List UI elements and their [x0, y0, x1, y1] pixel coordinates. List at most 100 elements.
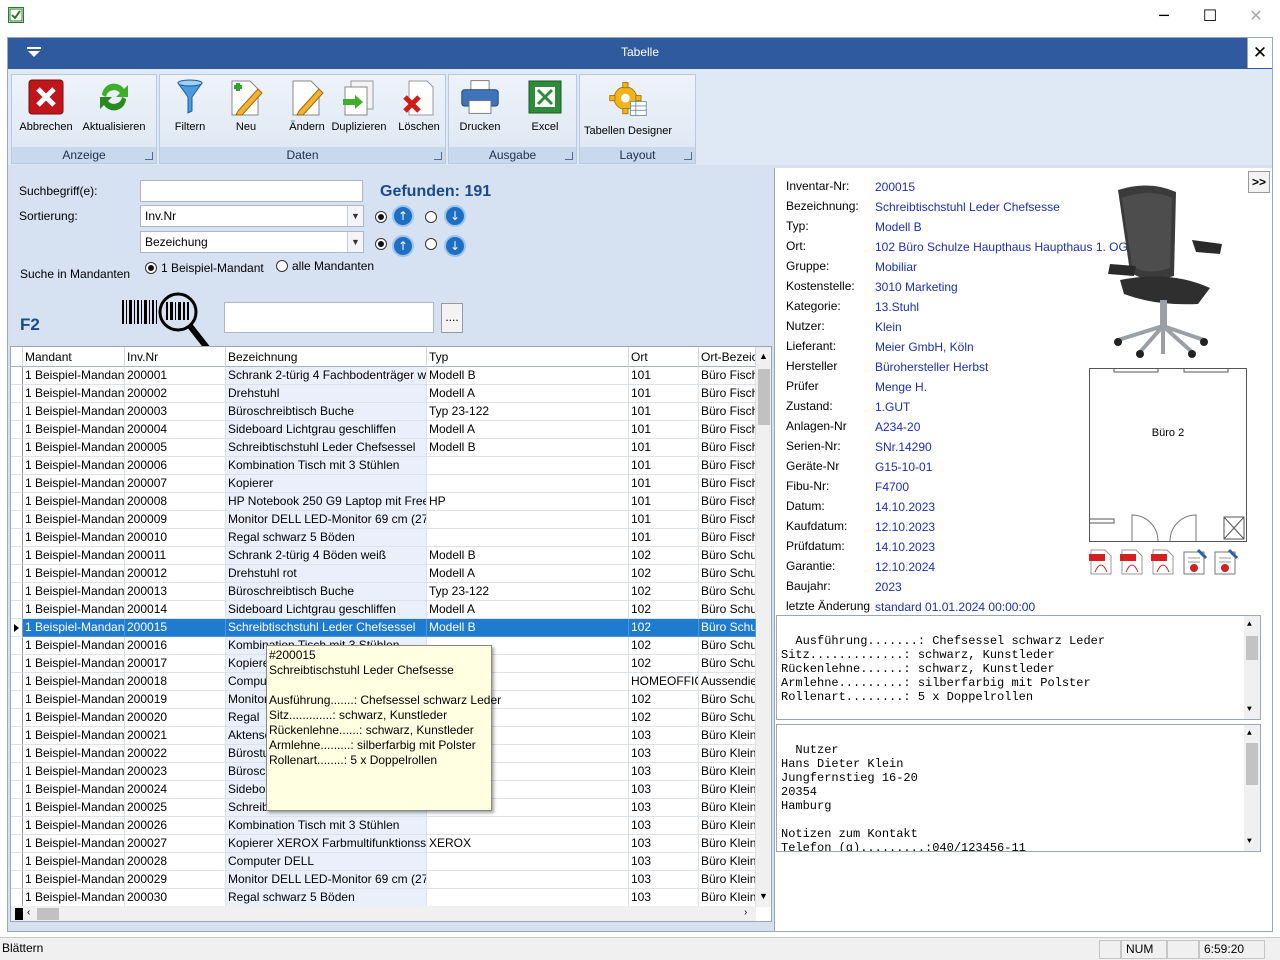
cell-ort-bezeichnung[interactable]: Büro Schulze: [699, 709, 756, 727]
table-row[interactable]: 1 Beispiel-Mandant 200029 Monitor DELL LED…: [11, 871, 756, 889]
cell-bezeichnung[interactable]: Schreibtischstuhl Leder Chefsessel: [226, 619, 427, 637]
cell-mandant[interactable]: 1 Beispiel-Mandant: [23, 421, 125, 439]
cell-mandant[interactable]: 1 Beispiel-Mandant: [23, 583, 125, 601]
aendern-button[interactable]: Ändern: [283, 76, 331, 142]
cell-bezeichnung[interactable]: Drehstuhl: [226, 385, 427, 403]
cell-ort[interactable]: 102: [629, 691, 699, 709]
row-indicator[interactable]: [11, 655, 23, 673]
cell-typ[interactable]: [427, 511, 629, 529]
expand-detail-button[interactable]: >>: [1248, 171, 1270, 193]
cell-ort-bezeichnung[interactable]: Büro Fischer: [699, 511, 756, 529]
floor-plan[interactable]: Büro 2: [1089, 368, 1247, 542]
group-launcher-icon[interactable]: [145, 152, 153, 160]
cell-mandant[interactable]: 1 Beispiel-Mandant: [23, 475, 125, 493]
cell-typ[interactable]: [427, 853, 629, 871]
row-indicator[interactable]: [11, 565, 23, 583]
memo-scrollbar[interactable]: ▲ ▼: [1244, 725, 1260, 851]
memo-scrollbar[interactable]: ▲ ▼: [1244, 616, 1260, 719]
scroll-left-icon[interactable]: ‹: [27, 907, 30, 918]
cell-bezeichnung[interactable]: Kopierer XEROX Farbmultifunktionssystem: [226, 835, 427, 853]
cell-invnr[interactable]: 200001: [125, 367, 226, 385]
abbrechen-button[interactable]: Abbrechen: [14, 76, 78, 142]
table-row[interactable]: 1 Beispiel-Mandant 200005 Schreibtischstuh…: [11, 439, 756, 457]
cell-invnr[interactable]: 200023: [125, 763, 226, 781]
table-row[interactable]: 1 Beispiel-Mandant 200002 Drehstuhl Modell …: [11, 385, 756, 403]
cell-ort[interactable]: HOMEOFFICE: [629, 673, 699, 691]
cell-mandant[interactable]: 1 Beispiel-Mandant: [23, 547, 125, 565]
cell-typ[interactable]: [427, 889, 629, 907]
cell-mandant[interactable]: 1 Beispiel-Mandant: [23, 763, 125, 781]
cell-ort-bezeichnung[interactable]: Büro Fischer: [699, 367, 756, 385]
mandant-all-radio[interactable]: [276, 260, 288, 272]
table-row[interactable]: 1 Beispiel-Mandant 200027 Kopierer XEROX F…: [11, 835, 756, 853]
cell-typ[interactable]: [427, 475, 629, 493]
scrollbar-thumb[interactable]: [1246, 743, 1258, 785]
grid-horizontal-scrollbar[interactable]: ‹ ›: [11, 906, 756, 921]
cell-ort-bezeichnung[interactable]: Büro Schulze: [699, 547, 756, 565]
cell-mandant[interactable]: 1 Beispiel-Mandant: [23, 727, 125, 745]
sort2-select[interactable]: Bezeichung ▼: [140, 231, 364, 253]
cell-mandant[interactable]: 1 Beispiel-Mandant: [23, 709, 125, 727]
table-row[interactable]: 1 Beispiel-Mandant 200014 Sideboard Lichtg…: [11, 601, 756, 619]
neu-button[interactable]: Neu: [222, 76, 270, 142]
table-row[interactable]: 1 Beispiel-Mandant 200026 Kombination Tisc…: [11, 817, 756, 835]
cell-bezeichnung[interactable]: Sideboard Lichtgrau geschliffen: [226, 421, 427, 439]
cell-mandant[interactable]: 1 Beispiel-Mandant: [23, 385, 125, 403]
row-indicator[interactable]: [11, 457, 23, 475]
barcode-lookup-button[interactable]: ....: [441, 303, 463, 333]
cell-typ[interactable]: Typ 23-122: [427, 583, 629, 601]
column-header-invnr[interactable]: Inv.Nr: [125, 347, 226, 367]
pdf-icon[interactable]: [1118, 548, 1146, 576]
cell-typ[interactable]: [427, 457, 629, 475]
scrollbar-thumb[interactable]: [37, 908, 59, 920]
cell-invnr[interactable]: 200009: [125, 511, 226, 529]
cell-ort[interactable]: 101: [629, 367, 699, 385]
cell-bezeichnung[interactable]: Regal schwarz 5 Böden: [226, 529, 427, 547]
row-indicator[interactable]: [11, 385, 23, 403]
row-indicator[interactable]: [11, 619, 23, 637]
cell-ort-bezeichnung[interactable]: Büro Klein: [699, 889, 756, 907]
cell-mandant[interactable]: 1 Beispiel-Mandant: [23, 655, 125, 673]
cell-ort[interactable]: 103: [629, 745, 699, 763]
sort-descending-icon[interactable]: ↓: [444, 205, 466, 227]
cell-invnr[interactable]: 200016: [125, 637, 226, 655]
cell-invnr[interactable]: 200022: [125, 745, 226, 763]
row-indicator[interactable]: [11, 817, 23, 835]
barcode-input[interactable]: [224, 302, 434, 333]
cell-mandant[interactable]: 1 Beispiel-Mandant: [23, 403, 125, 421]
scroll-down-icon[interactable]: ▼: [759, 891, 768, 901]
row-indicator[interactable]: [11, 835, 23, 853]
cell-ort[interactable]: 101: [629, 457, 699, 475]
grid-vertical-scrollbar[interactable]: ▲ ▼: [756, 347, 771, 907]
scroll-down-icon[interactable]: ▼: [1247, 835, 1252, 849]
cell-mandant[interactable]: 1 Beispiel-Mandant: [23, 889, 125, 907]
cell-mandant[interactable]: 1 Beispiel-Mandant: [23, 817, 125, 835]
cell-ort[interactable]: 101: [629, 421, 699, 439]
cell-typ[interactable]: Typ 23-122: [427, 403, 629, 421]
cell-ort-bezeichnung[interactable]: Büro Fischer: [699, 457, 756, 475]
menu-toggle-icon[interactable]: [26, 46, 44, 60]
cell-ort[interactable]: 103: [629, 835, 699, 853]
row-indicator[interactable]: [11, 637, 23, 655]
loeschen-button[interactable]: Löschen: [395, 76, 443, 142]
cell-bezeichnung[interactable]: Monitor DELL LED-Monitor 69 cm (27"): [226, 511, 427, 529]
scroll-right-icon[interactable]: ›: [744, 907, 747, 918]
cell-ort-bezeichnung[interactable]: Büro Fischer: [699, 403, 756, 421]
cell-bezeichnung[interactable]: Kopierer: [226, 475, 427, 493]
cell-typ[interactable]: Modell A: [427, 385, 629, 403]
group-launcher-icon[interactable]: [434, 152, 442, 160]
group-launcher-icon[interactable]: [684, 152, 692, 160]
cell-mandant[interactable]: 1 Beispiel-Mandant: [23, 781, 125, 799]
cell-invnr[interactable]: 200004: [125, 421, 226, 439]
cell-bezeichnung[interactable]: Büroschreibtisch Buche: [226, 583, 427, 601]
cell-invnr[interactable]: 200012: [125, 565, 226, 583]
cell-ort-bezeichnung[interactable]: Büro Schulze: [699, 583, 756, 601]
row-indicator[interactable]: [11, 511, 23, 529]
table-row[interactable]: 1 Beispiel-Mandant 200001 Schrank 2-türig …: [11, 367, 756, 385]
column-header-ort[interactable]: Ort: [629, 347, 699, 367]
tabellen-designer-button[interactable]: Tabellen Designer: [584, 76, 672, 142]
table-row[interactable]: 1 Beispiel-Mandant 200010 Regal schwarz 5 …: [11, 529, 756, 547]
cell-typ[interactable]: XEROX: [427, 835, 629, 853]
row-indicator[interactable]: [11, 583, 23, 601]
cell-invnr[interactable]: 200019: [125, 691, 226, 709]
